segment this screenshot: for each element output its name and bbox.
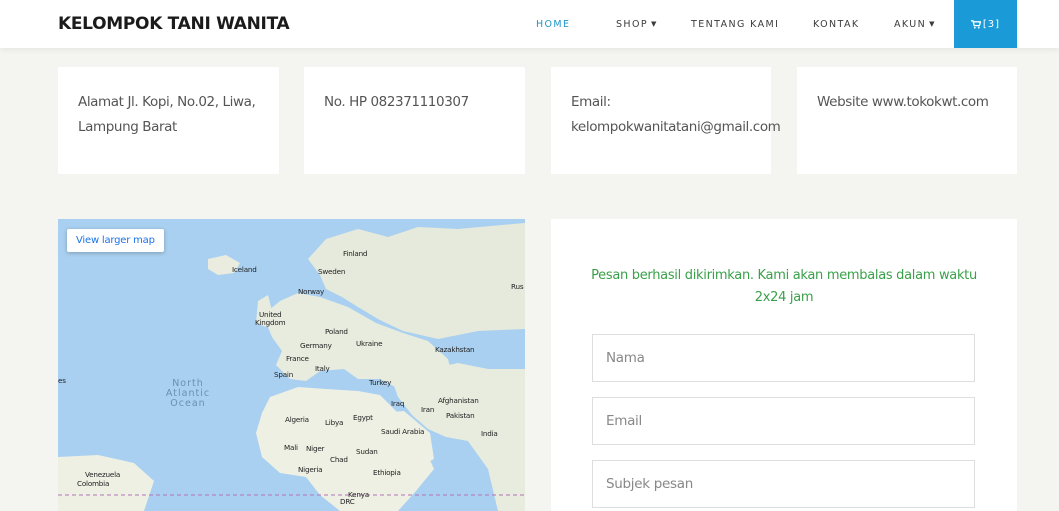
map-label: Sweden [318, 267, 346, 276]
map-label: Ethiopia [373, 468, 401, 477]
map-label: Venezuela [85, 470, 121, 479]
map-label: Finland [343, 249, 368, 258]
website-text[interactable]: Website www.tokokwt.com [817, 94, 989, 110]
website-card: Website www.tokokwt.com [797, 67, 1017, 174]
map-label: Chad [330, 455, 348, 464]
map-land-shapes [58, 223, 525, 511]
name-field-placeholder: Nama [606, 350, 645, 366]
map-label: Iceland [232, 265, 257, 274]
email-address[interactable]: kelompokwanitatani@gmail.com [571, 115, 781, 140]
map-label: Turkey [369, 378, 392, 387]
address-card: Alamat Jl. Kopi, No.02, Liwa, Lampung Ba… [58, 67, 279, 174]
nav-tentang-kami[interactable]: TENTANG KAMI [691, 19, 779, 30]
cart-count: [3] [982, 18, 1001, 30]
caret-down-icon: ▼ [929, 20, 936, 28]
contact-form-panel: Pesan berhasil dikirimkan. Kami akan mem… [551, 219, 1017, 511]
map-label: Algeria [285, 415, 309, 424]
nav-akun-label: AKUN [894, 19, 927, 30]
map-label: Sudan [356, 447, 378, 456]
map-ocean-label-line: Ocean [170, 398, 206, 409]
phone-card: No. HP 082371110307 [304, 67, 525, 174]
email-field-placeholder: Email [606, 413, 642, 429]
name-field[interactable]: Nama [592, 334, 975, 382]
view-larger-map-button[interactable]: View larger map [67, 229, 164, 252]
map-label: Kazakhstan [435, 345, 475, 354]
map-label: Mali [284, 443, 298, 452]
nav-kontak[interactable]: KONTAK [813, 19, 860, 30]
map-label: Egypt [353, 413, 373, 422]
cart-button[interactable]: [3] [954, 0, 1017, 48]
map-label: Rus [511, 282, 524, 291]
map-label: France [286, 354, 309, 363]
map-label: Iraq [391, 399, 405, 408]
map-ocean-label: North Atlantic Ocean [158, 379, 218, 409]
map-label: Afghanistan [438, 396, 479, 405]
map-label: Ukraine [356, 339, 383, 348]
map-label: Spain [274, 370, 294, 379]
navbar: KELOMPOK TANI WANITA HOME SHOP ▼ TENTANG … [0, 0, 1059, 48]
subject-field[interactable]: Subjek pesan [592, 460, 975, 508]
email-card: Email: kelompokwanitatani@gmail.com [551, 67, 781, 174]
nav-home-label: HOME [536, 19, 571, 30]
map-label: Germany [300, 341, 332, 350]
map-label: Saudi Arabia [381, 427, 425, 436]
map-label: Kingdom [255, 318, 286, 327]
cart-icon [970, 19, 981, 29]
nav-kontak-label: KONTAK [813, 19, 860, 30]
nav-tentang-kami-label: TENTANG KAMI [691, 19, 780, 30]
nav-shop-label: SHOP [616, 19, 648, 30]
map-label: es [58, 376, 66, 385]
phone-text: No. HP 082371110307 [324, 94, 469, 110]
map-label: Italy [315, 364, 330, 373]
map-label: Colombia [77, 479, 110, 488]
map-label: Norway [298, 287, 325, 296]
map-label: Libya [325, 418, 344, 427]
map-label: Iran [421, 405, 435, 414]
map-label: Nigeria [298, 465, 323, 474]
map-label: DRC [340, 497, 355, 506]
map-label: Niger [306, 444, 325, 453]
nav-shop[interactable]: SHOP ▼ [616, 19, 658, 30]
embedded-map[interactable]: View larger map Finland Iceland Sweden R… [58, 219, 525, 511]
map-label: Pakistan [446, 411, 475, 420]
map-label: India [481, 429, 498, 438]
map-label: Poland [325, 327, 348, 336]
brand-logo[interactable]: KELOMPOK TANI WANITA [58, 14, 290, 34]
address-text: Alamat Jl. Kopi, No.02, Liwa, Lampung Ba… [78, 94, 256, 135]
caret-down-icon: ▼ [650, 20, 658, 28]
success-message: Pesan berhasil dikirimkan. Kami akan mem… [591, 268, 977, 305]
nav-home[interactable]: HOME [536, 19, 570, 30]
email-label: Email: [571, 94, 611, 110]
nav-akun[interactable]: AKUN ▼ [894, 19, 936, 30]
email-field[interactable]: Email [592, 397, 975, 445]
subject-field-placeholder: Subjek pesan [606, 476, 693, 492]
